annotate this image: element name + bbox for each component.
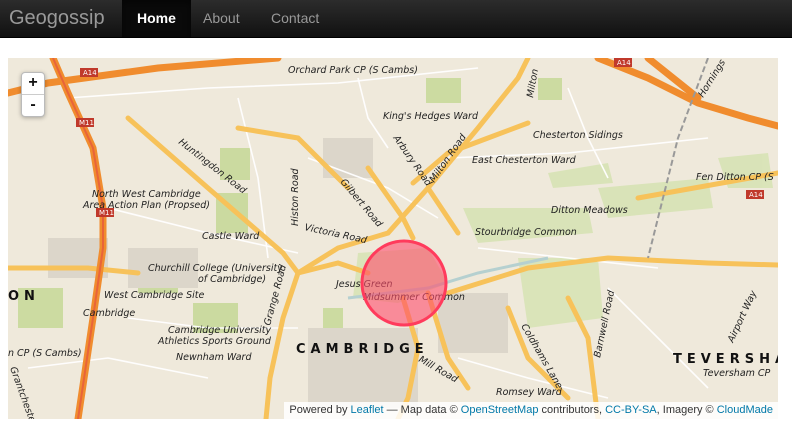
openstreetmap-link[interactable]: OpenStreetMap bbox=[461, 404, 539, 416]
label-churchill-2: of Cambridge) bbox=[198, 274, 266, 285]
zoom-control: + - bbox=[21, 72, 45, 117]
label-west-cambridge: West Cambridge Site bbox=[104, 290, 205, 301]
label-romsey-ward: Romsey Ward bbox=[496, 387, 563, 398]
cc-by-sa-link[interactable]: CC-BY-SA bbox=[605, 404, 657, 416]
label-fen-ditton: Fen Ditton CP (S bbox=[696, 172, 774, 183]
nav-about[interactable]: About bbox=[188, 0, 255, 37]
label-airport-way: Airport Way bbox=[725, 289, 759, 346]
label-castle-ward: Castle Ward bbox=[202, 231, 260, 242]
label-orchard-park: Orchard Park CP (S Cambs) bbox=[288, 65, 418, 76]
label-teversham: TEVERSHA bbox=[673, 352, 778, 367]
shield-a14-left: A14 bbox=[83, 69, 97, 77]
label-nw-cambridge-1: North West Cambridge bbox=[92, 189, 201, 200]
label-newnham-ward: Newnham Ward bbox=[176, 352, 252, 363]
label-cambridge-small: Cambridge bbox=[83, 308, 135, 319]
gossip-marker-circle[interactable] bbox=[360, 239, 448, 327]
zoom-out-button[interactable]: - bbox=[22, 94, 44, 116]
cloudmade-link[interactable]: CloudMade bbox=[717, 404, 773, 416]
map-container[interactable]: Orchard Park CP (S Cambs) King's Hedges … bbox=[8, 58, 778, 419]
nav-contact[interactable]: Contact bbox=[256, 0, 334, 37]
label-s-cambs: n CP (S Cambs) bbox=[8, 348, 82, 359]
attribution-mid1: — Map data © bbox=[386, 404, 458, 416]
shield-a14-right: A14 bbox=[617, 59, 631, 67]
leaflet-link[interactable]: Leaflet bbox=[351, 404, 384, 416]
zoom-in-button[interactable]: + bbox=[22, 73, 44, 94]
nav-home[interactable]: Home bbox=[122, 0, 191, 37]
attribution-mid2: contributors, bbox=[541, 404, 603, 416]
label-stourbridge-common: Stourbridge Common bbox=[475, 227, 577, 238]
map-tiles: Orchard Park CP (S Cambs) King's Hedges … bbox=[8, 58, 778, 419]
label-chesterton-sidings: Chesterton Sidings bbox=[533, 130, 623, 141]
map-attribution: Powered by Leaflet — Map data © OpenStre… bbox=[284, 402, 778, 419]
label-on: ON bbox=[8, 289, 40, 304]
label-ditton-meadows: Ditton Meadows bbox=[551, 205, 628, 216]
top-navbar: Geogossip Home About Contact bbox=[0, 0, 792, 38]
label-victoria-road: Victoria Road bbox=[303, 222, 368, 246]
attribution-prefix: Powered by bbox=[289, 404, 348, 416]
label-histon-road: Histon Road bbox=[290, 167, 301, 226]
label-cu-sports-2: Athletics Sports Ground bbox=[157, 336, 272, 347]
label-cambridge-big: CAMBRIDGE bbox=[296, 342, 429, 357]
label-east-chesterton: East Chesterton Ward bbox=[472, 155, 577, 166]
label-grantchester: Grantchester bbox=[8, 365, 39, 419]
attribution-mid3: , Imagery © bbox=[656, 404, 714, 416]
label-kings-hedges: King's Hedges Ward bbox=[383, 111, 479, 122]
shield-m11-top: M11 bbox=[79, 119, 94, 127]
shield-m11-mid: M11 bbox=[99, 209, 114, 217]
brand-logo[interactable]: Geogossip bbox=[9, 7, 105, 30]
shield-a14-far: A14 bbox=[749, 191, 763, 199]
label-churchill-1: Churchill College (University bbox=[148, 263, 283, 274]
label-teversham-cp: Teversham CP bbox=[703, 368, 771, 379]
label-cu-sports-1: Cambridge University bbox=[168, 325, 272, 336]
